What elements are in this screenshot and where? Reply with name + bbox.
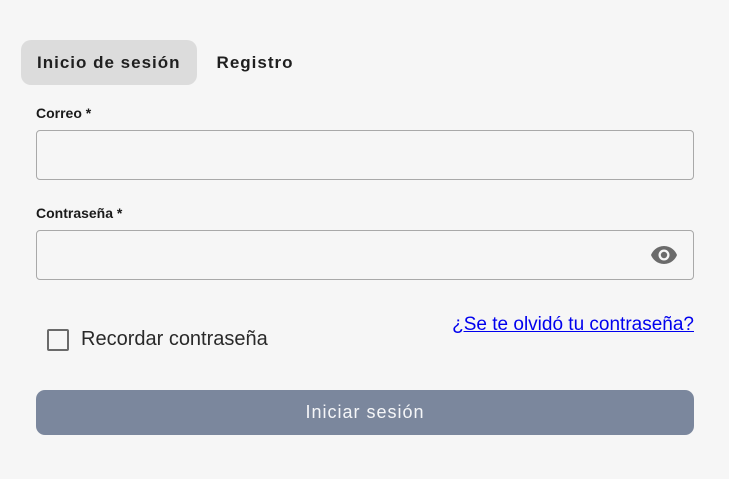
- login-button[interactable]: Iniciar sesión: [36, 390, 694, 435]
- eye-icon[interactable]: [648, 242, 680, 268]
- tab-register[interactable]: Registro: [201, 40, 310, 85]
- forgot-password-link[interactable]: ¿Se te olvidó tu contraseña?: [452, 314, 694, 336]
- auth-tabs: Inicio de sesión Registro: [21, 40, 310, 85]
- tab-login[interactable]: Inicio de sesión: [21, 40, 197, 85]
- password-label: Contraseña *: [36, 205, 123, 221]
- remember-label: Recordar contraseña: [81, 328, 268, 350]
- remember-password-toggle[interactable]: Recordar contraseña: [47, 328, 268, 351]
- remember-checkbox[interactable]: [47, 328, 69, 351]
- email-field[interactable]: [36, 130, 694, 180]
- password-field[interactable]: [36, 230, 694, 280]
- email-label: Correo *: [36, 105, 92, 121]
